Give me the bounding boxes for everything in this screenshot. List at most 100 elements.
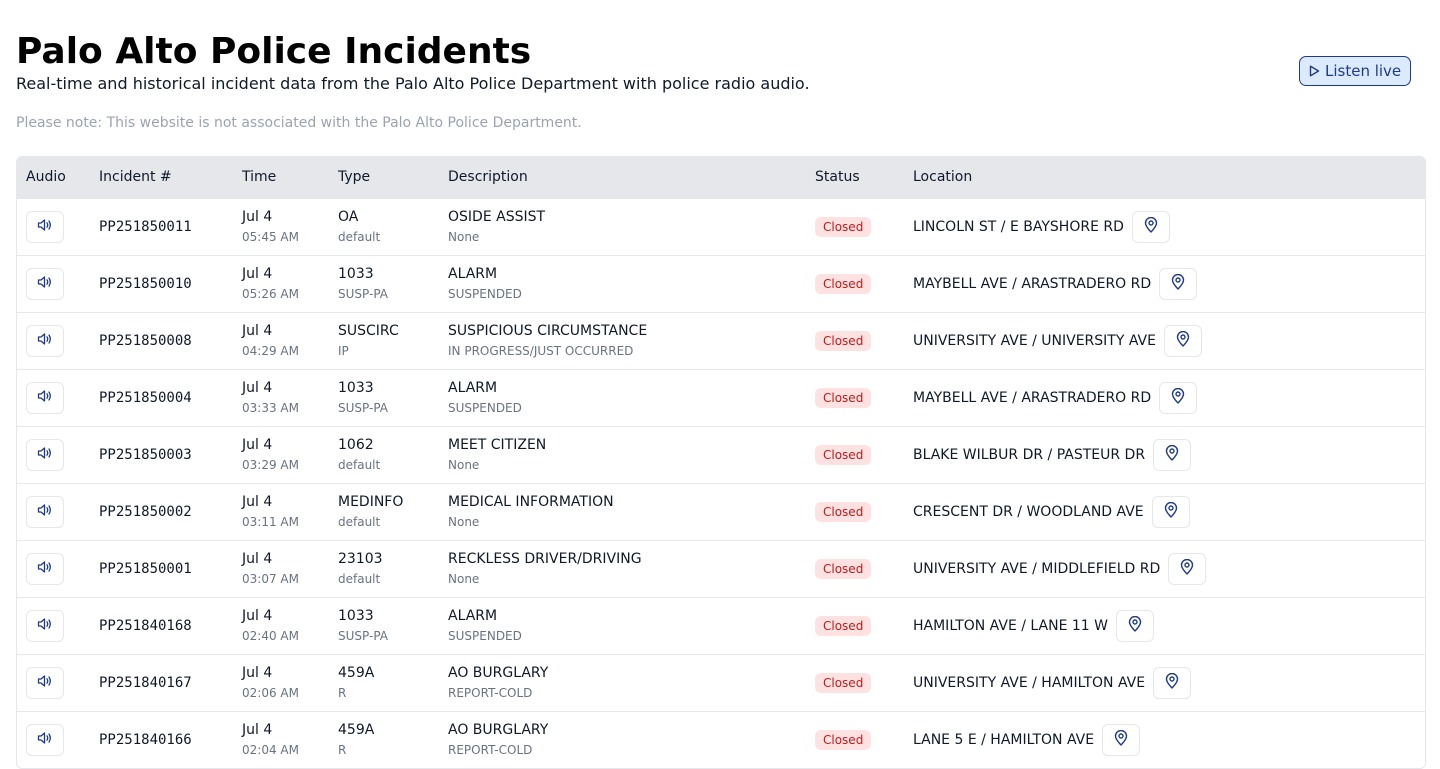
column-header-location: Location — [913, 169, 973, 186]
play-audio-button[interactable] — [26, 381, 64, 414]
show-on-map-button[interactable] — [1153, 438, 1192, 471]
show-on-map-button[interactable] — [1115, 609, 1154, 642]
status-badge: Closed — [815, 444, 872, 465]
incident-number: PP251850010 — [99, 275, 192, 292]
audio-cell — [17, 255, 90, 312]
play-audio-button[interactable] — [26, 267, 64, 300]
location-cell: MAYBELL AVE / ARASTRADERO RD — [904, 369, 1425, 426]
play-audio-button[interactable] — [26, 324, 64, 357]
audio-cell — [17, 312, 90, 369]
column-header-time: Time — [242, 169, 277, 186]
incident-type-sub: SUSP-PA — [338, 401, 388, 415]
map-pin-icon — [1144, 216, 1158, 236]
speaker-icon — [37, 389, 53, 406]
incident-time: 03:33 AM — [242, 401, 299, 415]
description-cell: ALARM SUSPENDED — [439, 369, 806, 426]
show-on-map-button[interactable] — [1163, 324, 1202, 357]
incident-description-sub: REPORT-COLD — [448, 686, 533, 700]
type-cell: 23103 default — [329, 540, 439, 597]
incident-description-sub: SUSPENDED — [448, 287, 522, 301]
status-cell: Closed — [806, 654, 904, 711]
status-badge: Closed — [815, 729, 872, 750]
map-pin-icon — [1164, 501, 1178, 521]
map-pin-icon — [1114, 730, 1128, 749]
play-audio-button[interactable] — [26, 552, 64, 585]
incidents-table: Audio Incident # Time Type Description S… — [17, 157, 1425, 768]
play-audio-button[interactable] — [26, 666, 64, 699]
incident-location: MAYBELL AVE / ARASTRADERO RD — [913, 389, 1152, 406]
incident-description: ALARM — [448, 608, 498, 624]
show-on-map-button[interactable] — [1168, 552, 1207, 585]
show-on-map-button[interactable] — [1151, 495, 1190, 528]
description-cell: AO BURGLARY REPORT-COLD — [439, 654, 806, 711]
column-header-status: Status — [815, 169, 860, 186]
show-on-map-button[interactable] — [1159, 267, 1198, 300]
incident-type: 459A — [338, 722, 375, 739]
incident-location: UNIVERSITY AVE / HAMILTON AVE — [913, 674, 1146, 691]
incident-location: BLAKE WILBUR DR / PASTEUR DR — [913, 446, 1146, 463]
incident-cell: PP251850008 — [90, 312, 233, 369]
status-cell: Closed — [806, 312, 904, 369]
incident-time: 02:04 AM — [242, 743, 299, 758]
type-cell: SUSCIRC IP — [329, 312, 439, 369]
incident-type-sub: default — [338, 572, 381, 586]
incident-number: PP251850001 — [99, 560, 192, 577]
map-pin-icon — [1165, 444, 1179, 464]
incident-type-sub: IP — [338, 344, 349, 358]
table-row: PP251850008 Jul 4 04:29 AM SUSCIRC IP SU… — [17, 312, 1425, 369]
incident-location: LINCOLN ST / E BAYSHORE RD — [913, 218, 1124, 235]
show-on-map-button[interactable] — [1131, 210, 1170, 243]
incident-number: PP251850004 — [99, 389, 192, 406]
incident-date: Jul 4 — [242, 437, 273, 453]
play-audio-button[interactable] — [26, 723, 64, 756]
play-audio-button[interactable] — [26, 495, 64, 528]
show-on-map-button[interactable] — [1102, 723, 1141, 756]
audio-cell — [17, 198, 90, 255]
incident-date: Jul 4 — [242, 380, 273, 396]
incident-time: 05:45 AM — [242, 230, 299, 244]
status-badge: Closed — [815, 615, 872, 636]
time-cell: Jul 4 03:11 AM — [233, 483, 329, 540]
type-cell: 1033 SUSP-PA — [329, 369, 439, 426]
play-audio-button[interactable] — [26, 609, 64, 642]
play-audio-button[interactable] — [26, 438, 64, 471]
incident-date: Jul 4 — [242, 209, 273, 225]
show-on-map-button[interactable] — [1153, 666, 1192, 699]
incident-cell: PP251850010 — [90, 255, 233, 312]
map-pin-icon — [1171, 387, 1185, 407]
incident-cell: PP251840168 — [90, 597, 233, 654]
column-header-audio: Audio — [26, 169, 66, 186]
play-audio-button[interactable] — [26, 210, 64, 243]
incident-type: 23103 — [338, 551, 383, 567]
speaker-icon — [37, 617, 53, 634]
table-row: PP251850010 Jul 4 05:26 AM 1033 SUSP-PA … — [17, 255, 1425, 312]
incident-number: PP251850002 — [99, 503, 192, 520]
incident-description: MEET CITIZEN — [448, 437, 547, 453]
show-on-map-button[interactable] — [1159, 381, 1198, 414]
incident-number: PP251850003 — [99, 446, 192, 463]
incident-date: Jul 4 — [242, 551, 273, 567]
incident-number: PP251840168 — [99, 617, 192, 634]
incident-date: Jul 4 — [242, 494, 273, 510]
status-cell: Closed — [806, 255, 904, 312]
incident-date: Jul 4 — [242, 722, 273, 739]
page-title: Palo Alto Police Incidents — [16, 31, 532, 72]
status-badge: Closed — [815, 501, 872, 522]
description-cell: RECKLESS DRIVER/DRIVING None — [439, 540, 806, 597]
incident-cell: PP251850001 — [90, 540, 233, 597]
time-cell: Jul 4 03:29 AM — [233, 426, 329, 483]
incident-cell: PP251850002 — [90, 483, 233, 540]
description-cell: OSIDE ASSIST None — [439, 198, 806, 255]
column-header-type: Type — [338, 169, 371, 186]
location-cell: UNIVERSITY AVE / UNIVERSITY AVE — [904, 312, 1425, 369]
incident-type-sub: R — [338, 686, 347, 700]
incident-time: 02:06 AM — [242, 686, 299, 700]
incident-cell: PP251850003 — [90, 426, 233, 483]
time-cell: Jul 4 03:07 AM — [233, 540, 329, 597]
incident-description-sub: None — [448, 515, 480, 529]
listen-live-label: Listen live — [1325, 62, 1402, 80]
incident-description: RECKLESS DRIVER/DRIVING — [448, 551, 642, 567]
listen-live-button[interactable]: Listen live — [1299, 56, 1412, 86]
table-row: PP251840166 Jul 4 02:04 AM 459A R AO BUR… — [17, 711, 1425, 768]
status-cell: Closed — [806, 597, 904, 654]
